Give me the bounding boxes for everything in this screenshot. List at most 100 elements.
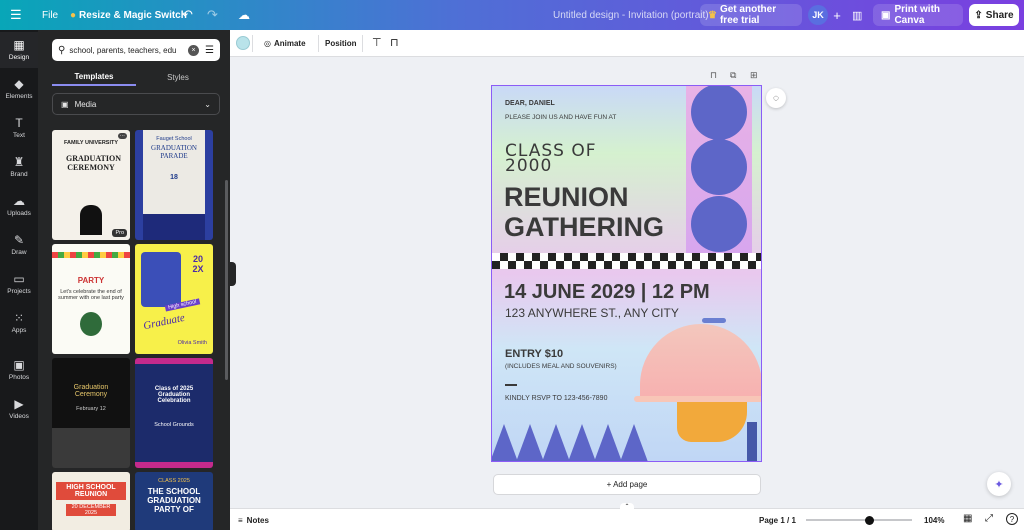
template-card[interactable]: CLASS 2025 THE SCHOOL GRADUATION PARTY O… — [135, 472, 213, 530]
more-options-icon[interactable]: ··· — [117, 133, 127, 139]
reunion-text[interactable]: REUNION — [504, 182, 629, 212]
undo-icon[interactable]: ↶ — [182, 0, 193, 30]
template-title: Graduate — [142, 311, 186, 333]
position-button[interactable]: Position — [325, 30, 357, 57]
comment-icon[interactable]: ◌ — [766, 88, 786, 108]
invite-text[interactable]: PLEASE JOIN US AND HAVE FUN AT — [505, 114, 616, 121]
free-trial-button[interactable]: ♛ Get another free trial — [700, 4, 802, 26]
uploads-icon: ☁ — [13, 194, 25, 208]
template-card[interactable]: 20 2X High school Graduate Olivia Smith — [135, 244, 213, 354]
lock-page-icon[interactable]: ⊓ — [710, 70, 717, 81]
chevron-up-icon[interactable]: ⌃ — [620, 503, 634, 511]
template-card[interactable]: Class of 2025 Graduation Celebration Sch… — [135, 358, 213, 468]
document-title[interactable]: Untitled design - Invitation (portrait) — [553, 0, 709, 30]
template-card[interactable]: Fauget School GRADUATION PARADE 18 — [135, 130, 213, 240]
gathering-text[interactable]: GATHERING — [504, 212, 664, 242]
animate-icon: ◎ — [264, 39, 271, 48]
nav-label: Draw — [11, 249, 27, 256]
media-label: Media — [74, 99, 97, 109]
add-page-button[interactable]: + Add page — [493, 474, 761, 495]
graduate-silhouette — [80, 205, 102, 235]
template-title: GRADUATION CEREMONY — [66, 154, 121, 172]
notes-label: Notes — [246, 515, 269, 525]
nav-apps[interactable]: ⁙ Apps — [0, 305, 38, 341]
zoom-slider-track[interactable] — [806, 519, 912, 521]
template-name: Olivia Smith — [177, 340, 207, 346]
nav-videos[interactable]: ▶ Videos — [0, 391, 38, 427]
greeting-text[interactable]: DEAR, DANIEL — [505, 100, 555, 107]
resize-button[interactable]: ● Resize & Magic Switch — [70, 0, 187, 30]
panel-scrollbar[interactable] — [225, 180, 228, 380]
color-swatch[interactable] — [236, 36, 250, 50]
paint-roller-icon[interactable]: ⊤ — [372, 36, 382, 49]
print-label: Print with Canva — [894, 4, 941, 26]
clear-icon[interactable]: × — [188, 44, 200, 56]
date-text[interactable]: 14 JUNE 2029 | 12 PM — [504, 281, 710, 304]
add-collaborator-icon[interactable]: + — [828, 5, 846, 25]
template-card[interactable]: Graduation Ceremony February 12 — [52, 358, 130, 468]
filter-icon[interactable]: ☰ — [205, 45, 214, 56]
address-text[interactable]: 123 ANYWHERE ST., ANY CITY — [505, 306, 679, 320]
nav-projects[interactable]: ▭ Projects — [0, 266, 38, 302]
template-title: Class of 2025 Graduation Celebration — [154, 386, 194, 404]
template-digits: 20 2X — [192, 254, 204, 274]
nav-elements[interactable]: ◆ Elements — [0, 71, 38, 107]
design-icon: ▦ — [13, 38, 25, 52]
design-page[interactable]: DEAR, DANIEL PLEASE JOIN US AND HAVE FUN… — [491, 85, 762, 462]
triangle-shape — [516, 424, 544, 461]
student-photo — [141, 252, 181, 307]
serving-hand — [677, 402, 747, 442]
search-icon: ⚲ — [58, 44, 66, 56]
grid-view-icon[interactable]: ▦ — [963, 513, 972, 524]
nav-photos[interactable]: ▣ Photos — [0, 352, 38, 388]
entry-text[interactable]: ENTRY $10 — [505, 348, 563, 360]
menu-icon[interactable]: ☰ — [10, 0, 22, 30]
redo-icon[interactable]: ↷ — [207, 0, 218, 30]
divider — [318, 35, 319, 52]
group-photo — [52, 428, 130, 468]
fullscreen-icon[interactable]: ⤢ — [985, 513, 993, 524]
file-menu[interactable]: File — [42, 0, 58, 30]
page-indicator[interactable]: Page 1 / 1 — [759, 509, 796, 530]
search-box[interactable]: ⚲ school, parents, teachers, edu × ☰ — [52, 39, 220, 61]
help-icon[interactable]: ? — [1006, 513, 1018, 525]
share-icon: ⇪ — [974, 9, 983, 21]
template-card[interactable]: HIGH SCHOOL REUNION 20 DECEMBER 2025 — [52, 472, 130, 530]
template-subtitle: 20 DECEMBER 2025 — [66, 504, 116, 516]
print-button[interactable]: ▣ Print with Canva — [873, 4, 963, 26]
crown-icon: ♛ — [708, 9, 717, 21]
zoom-slider-knob[interactable] — [865, 516, 875, 525]
includes-text[interactable]: (INCLUDES MEAL AND SOUVENIRS) — [505, 363, 617, 370]
search-input[interactable]: school, parents, teachers, edu — [69, 46, 182, 55]
nav-design[interactable]: ▦ Design — [0, 32, 38, 68]
nav-label: Elements — [5, 93, 33, 100]
template-subtitle: Let's celebrate the end of summer with o… — [58, 289, 124, 301]
lock-icon[interactable]: ⊓ — [390, 36, 399, 49]
notes-button[interactable]: ≡ Notes — [238, 509, 269, 530]
class-of-text[interactable]: CLASS OF 2000 — [505, 143, 645, 175]
zoom-level[interactable]: 104% — [924, 509, 944, 530]
avatar[interactable]: JK — [808, 5, 828, 25]
add-page-icon[interactable]: ⊞ — [750, 70, 758, 81]
nav-draw[interactable]: ✎ Draw — [0, 227, 38, 263]
nav-label: Uploads — [7, 210, 31, 217]
nav-uploads[interactable]: ☁ Uploads — [0, 188, 38, 224]
nav-brand[interactable]: ♜ Brand — [0, 149, 38, 185]
nav-label: Videos — [9, 413, 29, 420]
media-dropdown[interactable]: ▣ Media ⌄ — [52, 93, 220, 115]
rsvp-text[interactable]: KINDLY RSVP TO 123-456-7890 — [505, 395, 607, 402]
tab-styles[interactable]: Styles — [136, 68, 220, 86]
template-card[interactable]: FAMILY UNIVERSITY GRADUATION CEREMONY ··… — [52, 130, 130, 240]
projects-icon: ▭ — [13, 272, 25, 286]
animate-button[interactable]: ◎ Animate — [264, 30, 306, 57]
magic-assistant-button[interactable]: ✦ — [987, 472, 1011, 496]
duplicate-page-icon[interactable]: ⧉ — [730, 70, 736, 81]
triangle-shape — [492, 424, 518, 461]
nav-text[interactable]: T Text — [0, 110, 38, 146]
tab-templates[interactable]: Templates — [52, 68, 136, 86]
nav-label: Apps — [11, 327, 27, 334]
analytics-icon[interactable]: ▥ — [852, 0, 862, 30]
template-card[interactable]: PARTY Let's celebrate the end of summer … — [52, 244, 130, 354]
cloud-save-icon[interactable]: ☁ — [238, 0, 250, 30]
share-button[interactable]: ⇪ Share — [969, 4, 1019, 26]
